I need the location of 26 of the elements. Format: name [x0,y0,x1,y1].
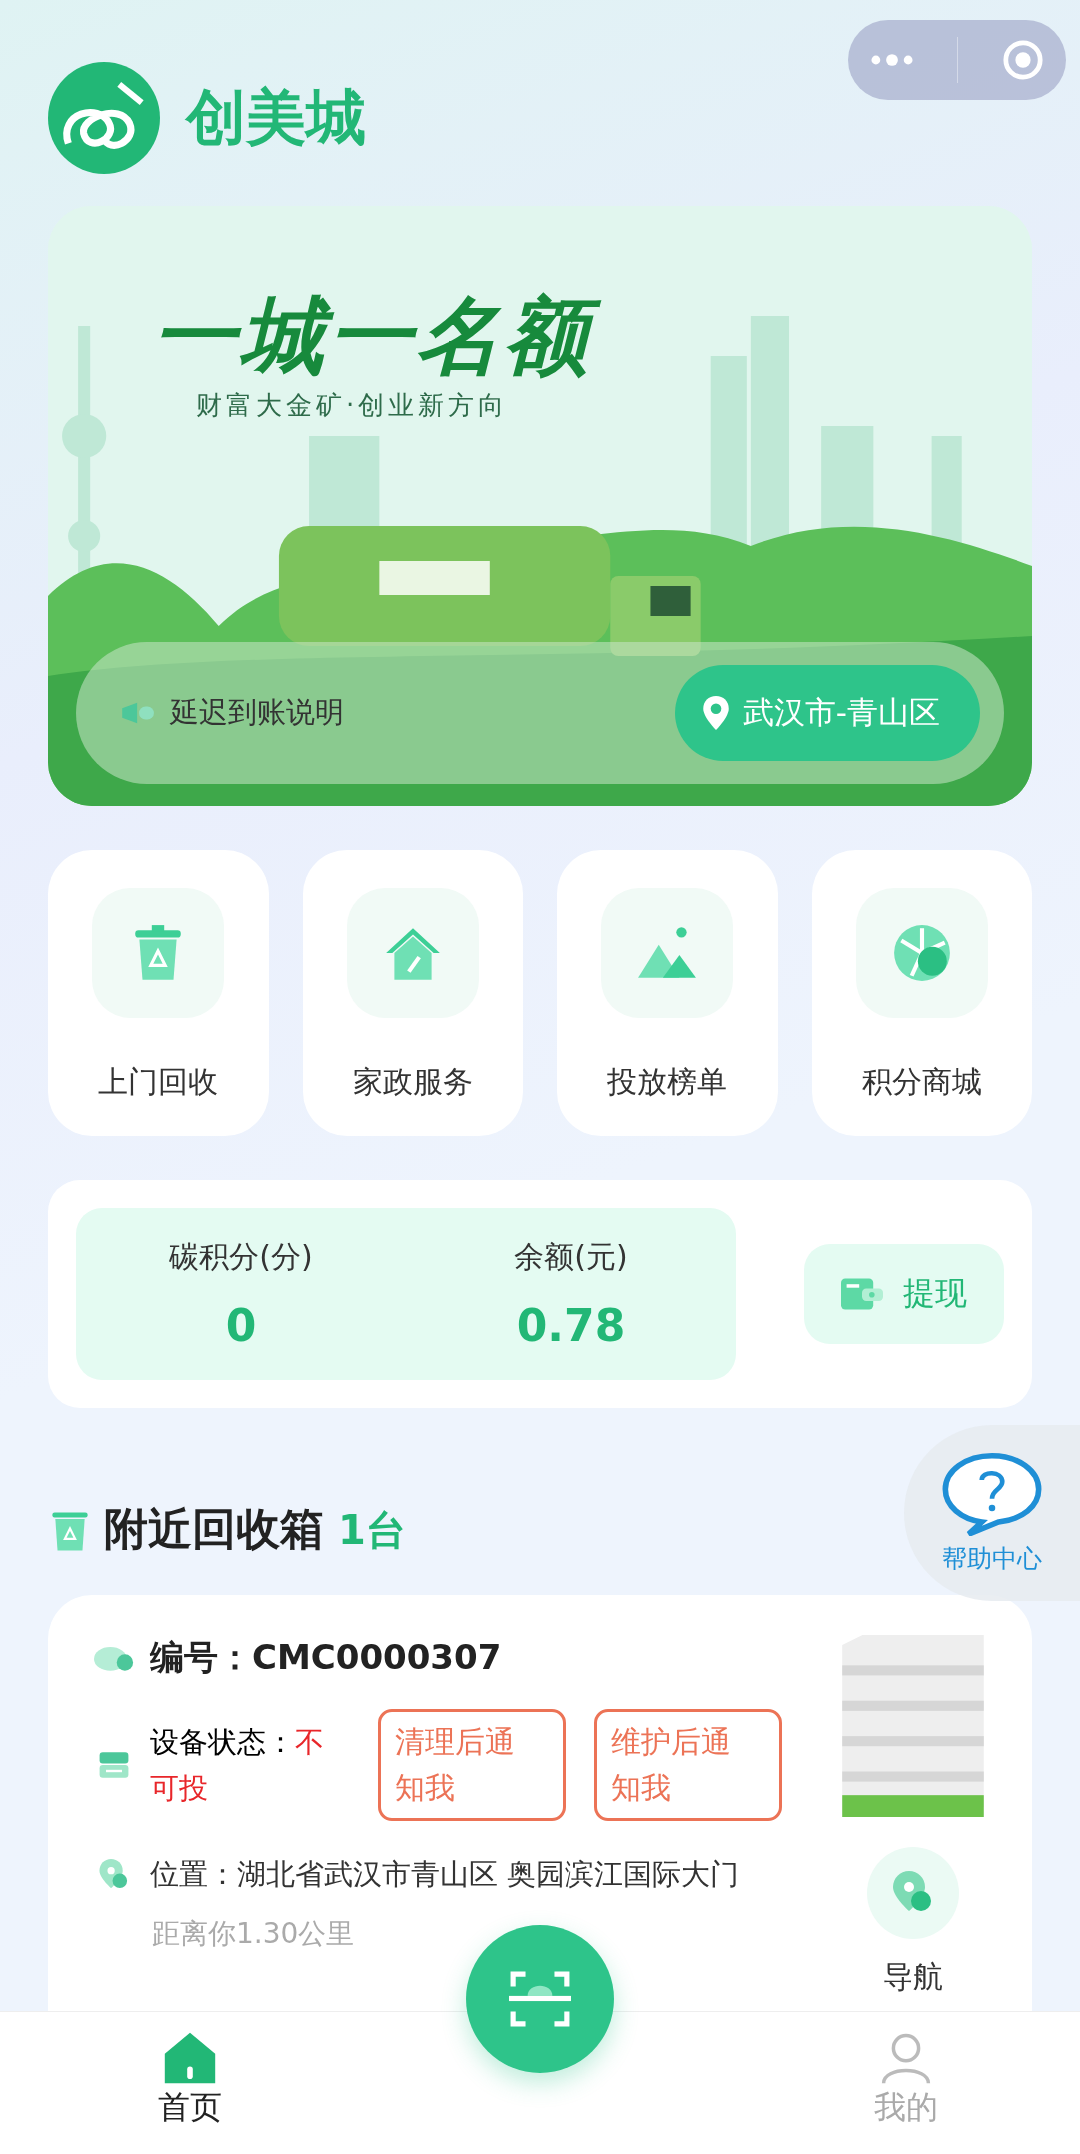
more-icon[interactable] [869,53,914,67]
tab[interactable]: 首页 [140,2012,240,2154]
box-number: 编号：CMC0000307 [150,1636,502,1679]
help-bubble-icon [940,1451,1044,1536]
close-icon[interactable] [1002,39,1045,81]
app-name: 创美城 [186,80,366,154]
logo-icon [48,62,160,174]
banner-subtitle: 财富大金矿·创业新方向 [196,389,509,422]
home-icon [162,2030,218,2086]
box-address: 位置：湖北省武汉市青山区 奥园滨江国际大门 [150,1856,741,1893]
stat-label: 碳积分(分) [169,1238,313,1276]
stat-label: 余额(元) [514,1238,628,1276]
service-tile[interactable]: 上门回收 [48,850,269,1136]
section-title: 附近回收箱 [104,1502,324,1556]
stat-value: 0 [225,1300,257,1351]
location-pin-icon [702,696,729,730]
service-tile[interactable]: 积分商城 [811,850,1032,1136]
device-status: 设备状态：不可投 [150,1724,325,1807]
service-tile[interactable]: 家政服务 [302,850,523,1136]
banner-title: 一城一名额 [148,286,608,387]
wallet-icon [841,1278,883,1310]
service-tile[interactable]: 投放榜单 [557,850,778,1136]
distance-text: 距离你1.30公里 [152,1916,356,1952]
stat-value: 0.78 [516,1300,626,1351]
delay-notice-link[interactable]: 延迟到账说明 [170,693,344,733]
box-count: 1台 [338,1506,406,1555]
